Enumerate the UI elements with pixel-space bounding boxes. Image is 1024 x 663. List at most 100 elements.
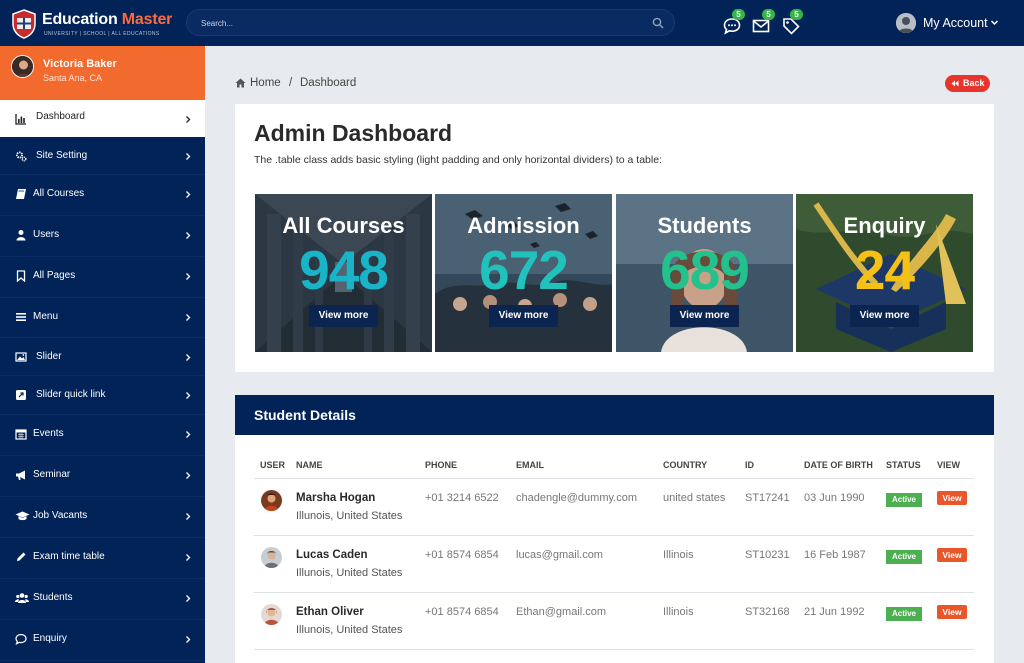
sidebar-item-label: Slider quick link xyxy=(36,389,106,400)
sidebar-item-label: Slider xyxy=(36,351,62,362)
chevron-right-icon xyxy=(186,636,191,643)
view-more-button[interactable]: View more xyxy=(309,305,378,327)
page-title: Admin Dashboard xyxy=(254,120,453,146)
stat-card-enquiry: Enquiry 24 View more xyxy=(796,194,973,352)
chevron-right-icon xyxy=(186,116,191,123)
sidebar-item-enquiry[interactable]: Enquiry xyxy=(0,620,205,661)
bullhorn-icon xyxy=(16,470,25,480)
student-email: Ethan@gmail.com xyxy=(516,606,607,618)
student-email: lucas@gmail.com xyxy=(516,549,603,561)
student-phone: +01 3214 6522 xyxy=(425,492,499,504)
column-header-status[interactable]: STATUS xyxy=(886,460,921,470)
table-row: Ethan Oliver Illunois, United States +01… xyxy=(254,593,974,650)
my-account-menu[interactable]: My Account xyxy=(896,13,1006,33)
view-button[interactable]: View xyxy=(937,605,967,619)
column-header-country[interactable]: COUNTRY xyxy=(663,460,707,470)
brand-name-part2: Master xyxy=(121,11,173,28)
search-icon[interactable] xyxy=(652,17,664,29)
stat-card-value: 689 xyxy=(660,239,750,301)
chevron-right-icon xyxy=(186,153,191,160)
view-button[interactable]: View xyxy=(937,548,967,562)
chat-count-badge: 5 xyxy=(732,9,745,20)
sidebar-item-all-pages[interactable]: All Pages xyxy=(0,257,205,298)
chevron-right-icon xyxy=(186,191,191,198)
sidebar-item-label: Job Vacants xyxy=(33,510,88,521)
student-avatar xyxy=(261,490,282,511)
breadcrumb-home-link[interactable]: Home xyxy=(250,77,281,89)
sidebar-item-seminar[interactable]: Seminar xyxy=(0,456,205,497)
status-badge: Active xyxy=(886,493,922,507)
chevron-right-icon xyxy=(186,595,191,602)
avatar-person-icon xyxy=(896,13,916,33)
column-header-id[interactable]: ID xyxy=(745,460,754,470)
bookmark-icon xyxy=(16,270,26,282)
student-location: Illunois, United States xyxy=(296,567,403,579)
sidebar-item-slider[interactable]: Slider xyxy=(0,338,205,376)
bars-icon xyxy=(16,313,26,321)
column-header-date-of-birth[interactable]: DATE OF BIRTH xyxy=(804,460,873,470)
user-avatar xyxy=(11,55,34,78)
column-header-phone[interactable]: PHONE xyxy=(425,460,457,470)
student-name: Marsha Hogan xyxy=(296,492,376,504)
sidebar-item-label: Dashboard xyxy=(36,111,85,122)
avatar-person-icon xyxy=(12,56,33,77)
sidebar-item-label: Enquiry xyxy=(33,633,67,644)
sidebar-item-slider-quick-link[interactable]: Slider quick link xyxy=(0,376,205,415)
stat-card-value: 672 xyxy=(479,239,569,301)
student-id: ST17241 xyxy=(745,492,790,504)
view-button[interactable]: View xyxy=(937,491,967,505)
mail-count-badge: 5 xyxy=(762,9,775,20)
chevron-down-icon xyxy=(990,20,999,26)
stat-card-all-courses: All Courses 948 View more xyxy=(255,194,432,352)
student-id: ST32168 xyxy=(745,606,790,618)
user-icon xyxy=(16,230,26,241)
sidebar-item-job-vacants[interactable]: Job Vacants xyxy=(0,497,205,538)
column-header-email[interactable]: EMAIL xyxy=(516,460,544,470)
breadcrumb-current: Dashboard xyxy=(300,77,357,89)
comment-icon xyxy=(15,633,27,645)
external-link-icon xyxy=(16,390,26,400)
column-header-name[interactable]: NAME xyxy=(296,460,323,470)
image-icon xyxy=(15,352,27,362)
sidebar-item-dashboard[interactable]: Dashboard xyxy=(0,100,205,137)
table-row: Marsha Hogan Illunois, United States +01… xyxy=(254,479,974,536)
stat-card-admission: Admission 672 View more xyxy=(435,194,612,352)
student-country: Illinois xyxy=(663,606,694,618)
search-input[interactable] xyxy=(201,16,641,30)
sidebar-item-label: All Courses xyxy=(33,188,85,199)
column-header-view[interactable]: VIEW xyxy=(937,460,960,470)
sidebar-item-exam-time-table[interactable]: Exam time table xyxy=(0,538,205,579)
graduation-cap-icon xyxy=(15,511,30,521)
student-avatar xyxy=(261,547,282,568)
student-avatar xyxy=(261,604,282,625)
tag-count-badge: 5 xyxy=(790,9,803,20)
column-header-user[interactable]: USER xyxy=(260,460,285,470)
chevron-right-icon xyxy=(186,354,191,361)
sidebar-item-events[interactable]: Events xyxy=(0,415,205,456)
student-details-panel: Student Details USER NAME PHONE EMAIL CO… xyxy=(235,395,994,663)
sidebar-item-users[interactable]: Users xyxy=(0,216,205,257)
user-profile-block[interactable]: Victoria Baker Santa Ana, CA xyxy=(0,46,205,100)
avatar-person-icon xyxy=(261,490,282,511)
view-more-button[interactable]: View more xyxy=(850,305,919,327)
student-country: Illinois xyxy=(663,549,694,561)
stat-card-students: Students 689 View more xyxy=(616,194,793,352)
view-more-button[interactable]: View more xyxy=(489,305,558,327)
back-button[interactable]: Back xyxy=(945,75,990,92)
user-name: Victoria Baker xyxy=(43,58,117,70)
stat-card-title: All Courses xyxy=(282,213,405,238)
sidebar-item-students[interactable]: Students xyxy=(0,579,205,620)
account-avatar xyxy=(896,13,916,33)
sidebar-item-all-courses[interactable]: All Courses xyxy=(0,175,205,216)
bar-chart-icon xyxy=(15,114,26,125)
sidebar-item-site-setting[interactable]: Site Setting xyxy=(0,137,205,175)
view-more-button[interactable]: View more xyxy=(670,305,739,327)
gears-icon xyxy=(16,151,27,162)
sidebar-item-menu[interactable]: Menu xyxy=(0,298,205,338)
sidebar-item-label: Students xyxy=(33,592,73,603)
stat-card-title: Students xyxy=(657,213,752,238)
pencil-icon xyxy=(17,552,26,561)
avatar-person-icon xyxy=(261,604,282,625)
student-id: ST10231 xyxy=(745,549,790,561)
brand-logo[interactable]: Education Master UNIVERSITY | SCHOOL | A… xyxy=(8,8,188,40)
